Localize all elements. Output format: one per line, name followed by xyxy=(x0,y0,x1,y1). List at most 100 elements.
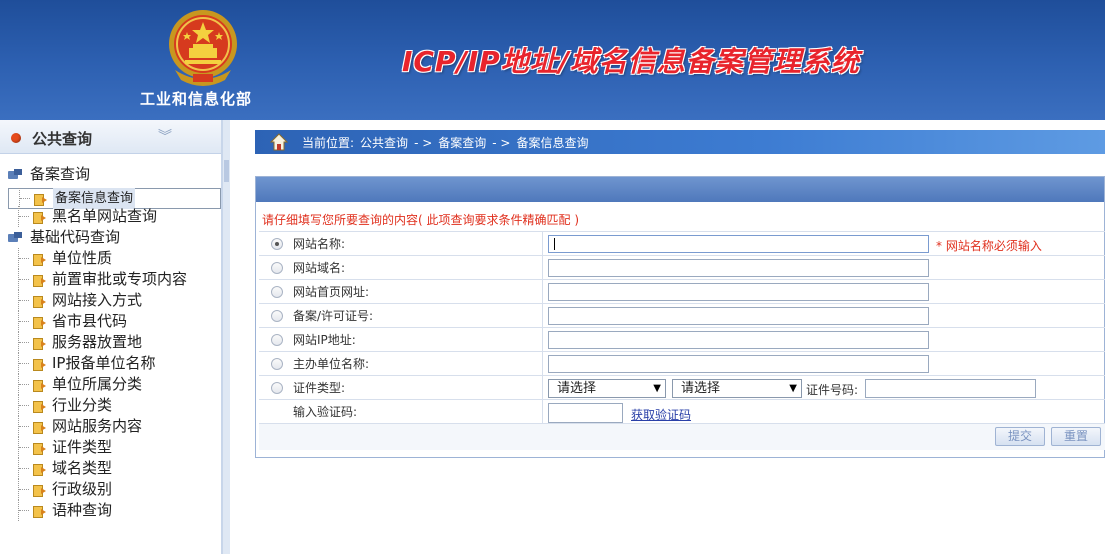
page-arrow-icon xyxy=(32,484,48,497)
tree-item-label: 网站服务内容 xyxy=(52,417,143,435)
tree-group-label: 备案查询 xyxy=(30,165,91,183)
orange-dot-icon xyxy=(11,133,21,143)
radio-domain[interactable] xyxy=(271,261,283,274)
homepage-input[interactable] xyxy=(548,283,929,301)
system-title: ICP/IP地址/域名信息备案管理系统 xyxy=(402,45,860,78)
page-arrow-icon xyxy=(33,193,49,206)
page-arrow-icon xyxy=(32,400,48,413)
collapse-chevron-icon[interactable]: ︾ xyxy=(158,126,172,146)
select-value: 请选择 xyxy=(681,381,721,396)
breadcrumb-link-filing-query[interactable]: 备案查询 xyxy=(438,136,486,150)
captcha-input[interactable] xyxy=(548,403,623,423)
query-form: 网站名称: * 网站名称必须输入 网站域名: 网站首页网址: 备案/许可证号: … xyxy=(259,231,1105,450)
sidebar: 公共查询 ︾ 备案查询 备案信息查询 黑名单网站查询 基础代码查询 单位性质 前… xyxy=(0,120,222,554)
ip-input[interactable] xyxy=(548,331,929,349)
required-note: * 网站名称必须输入 xyxy=(936,239,1042,253)
field-label: 证件类型: xyxy=(293,381,346,395)
breadcrumb-link-public-query[interactable]: 公共查询 xyxy=(360,136,408,150)
dropdown-arrow-icon: ▼ xyxy=(789,383,797,394)
splitter-grip[interactable] xyxy=(224,160,229,182)
sidebar-splitter[interactable] xyxy=(222,120,230,554)
page-arrow-icon xyxy=(32,337,48,350)
tree-item-region-code[interactable]: 省市县代码 xyxy=(8,311,221,332)
tree-group-base-code-query[interactable]: 基础代码查询 xyxy=(8,227,221,248)
cert-category-select[interactable]: 请选择 ▼ xyxy=(548,379,666,398)
tree-item-label: 前置审批或专项内容 xyxy=(52,270,188,288)
tree-item-service-content[interactable]: 网站服务内容 xyxy=(8,416,221,437)
tree-group-filing-query[interactable]: 备案查询 xyxy=(8,164,221,185)
breadcrumb-current: 备案信息查询 xyxy=(516,136,589,150)
tree-item-admin-level[interactable]: 行政级别 xyxy=(8,479,221,500)
form-row-organizer: 主办单位名称: xyxy=(259,352,1105,376)
radio-site-name[interactable] xyxy=(271,237,283,250)
submit-button[interactable]: 提交 xyxy=(995,427,1045,446)
field-label: 备案/许可证号: xyxy=(293,309,374,323)
button-row: 提交 重置 xyxy=(259,424,1105,450)
form-row-license: 备案/许可证号: xyxy=(259,304,1105,328)
tree-item-label: 服务器放置地 xyxy=(52,333,143,351)
tree-item-language[interactable]: 语种查询 xyxy=(8,500,221,521)
tree-item-label: IP报备单位名称 xyxy=(52,354,156,372)
breadcrumb-separator: - > xyxy=(414,136,433,150)
sidebar-header[interactable]: 公共查询 ︾ xyxy=(0,120,221,154)
breadcrumb: 当前位置: 公共查询 - > 备案查询 - > 备案信息查询 xyxy=(255,130,1105,154)
home-icon[interactable] xyxy=(270,133,288,151)
page-arrow-icon xyxy=(32,211,48,224)
tree-item-unit-category[interactable]: 单位所属分类 xyxy=(8,374,221,395)
site-name-input[interactable] xyxy=(548,235,929,253)
tree-item-label: 域名类型 xyxy=(52,459,113,477)
query-hint: 请仔细填写您所要查询的内容( 此项查询要求条件精确匹配 ) xyxy=(262,213,579,227)
tree-item-label: 黑名单网站查询 xyxy=(52,207,158,225)
query-panel: 请仔细填写您所要查询的内容( 此项查询要求条件精确匹配 ) 网站名称: * 网站… xyxy=(255,176,1105,458)
panel-title-bar xyxy=(256,177,1104,202)
folder-group-icon xyxy=(8,231,24,244)
form-row-homepage: 网站首页网址: xyxy=(259,280,1105,304)
tree-item-label: 证件类型 xyxy=(52,438,113,456)
tree-item-ip-unit-name[interactable]: IP报备单位名称 xyxy=(8,353,221,374)
header-banner: 工业和信息化部 ICP/IP地址/域名信息备案管理系统 xyxy=(0,0,1105,120)
tree-item-label: 语种查询 xyxy=(52,501,113,519)
page-arrow-icon xyxy=(32,295,48,308)
tree-item-blacklist-query[interactable]: 黑名单网站查询 xyxy=(8,206,221,227)
page-arrow-icon xyxy=(32,274,48,287)
sidebar-title: 公共查询 xyxy=(32,130,93,148)
organizer-input[interactable] xyxy=(548,355,929,373)
tree-item-label: 省市县代码 xyxy=(52,312,128,330)
page-arrow-icon xyxy=(32,463,48,476)
breadcrumb-text: 当前位置: 公共查询 - > 备案查询 - > 备案信息查询 xyxy=(302,134,595,151)
breadcrumb-prefix: 当前位置: xyxy=(302,136,355,150)
tree-item-industry[interactable]: 行业分类 xyxy=(8,395,221,416)
page-arrow-icon xyxy=(32,379,48,392)
cert-type-select[interactable]: 请选择 ▼ xyxy=(672,379,802,398)
tree-item-label: 单位所属分类 xyxy=(52,375,143,393)
tree-group-label: 基础代码查询 xyxy=(30,228,121,246)
radio-ip[interactable] xyxy=(271,333,283,346)
field-label: 网站IP地址: xyxy=(293,333,356,347)
folder-group-icon xyxy=(8,168,24,181)
tree-item-label: 行政级别 xyxy=(52,480,113,498)
tree-item-domain-type[interactable]: 域名类型 xyxy=(8,458,221,479)
tree-item-pre-approval[interactable]: 前置审批或专项内容 xyxy=(8,269,221,290)
radio-homepage[interactable] xyxy=(271,285,283,298)
field-label: 输入验证码: xyxy=(293,405,358,419)
radio-cert[interactable] xyxy=(271,381,283,394)
tree-item-access-method[interactable]: 网站接入方式 xyxy=(8,290,221,311)
radio-organizer[interactable] xyxy=(271,357,283,370)
page-arrow-icon xyxy=(32,442,48,455)
form-row-domain: 网站域名: xyxy=(259,256,1105,280)
license-input[interactable] xyxy=(548,307,929,325)
tree-item-unit-nature[interactable]: 单位性质 xyxy=(8,248,221,269)
cert-number-input[interactable] xyxy=(865,379,1036,398)
radio-license[interactable] xyxy=(271,309,283,322)
page-arrow-icon xyxy=(32,421,48,434)
get-captcha-link[interactable]: 获取验证码 xyxy=(631,406,691,423)
form-row-site-name: 网站名称: * 网站名称必须输入 xyxy=(259,232,1105,256)
tree-item-server-location[interactable]: 服务器放置地 xyxy=(8,332,221,353)
tree-item-cert-type[interactable]: 证件类型 xyxy=(8,437,221,458)
ministry-name: 工业和信息化部 xyxy=(140,90,253,108)
domain-input[interactable] xyxy=(548,259,929,277)
reset-button[interactable]: 重置 xyxy=(1051,427,1101,446)
field-label: 主办单位名称: xyxy=(293,357,370,371)
field-label: 网站名称: xyxy=(293,237,346,251)
field-label: 网站首页网址: xyxy=(293,285,370,299)
